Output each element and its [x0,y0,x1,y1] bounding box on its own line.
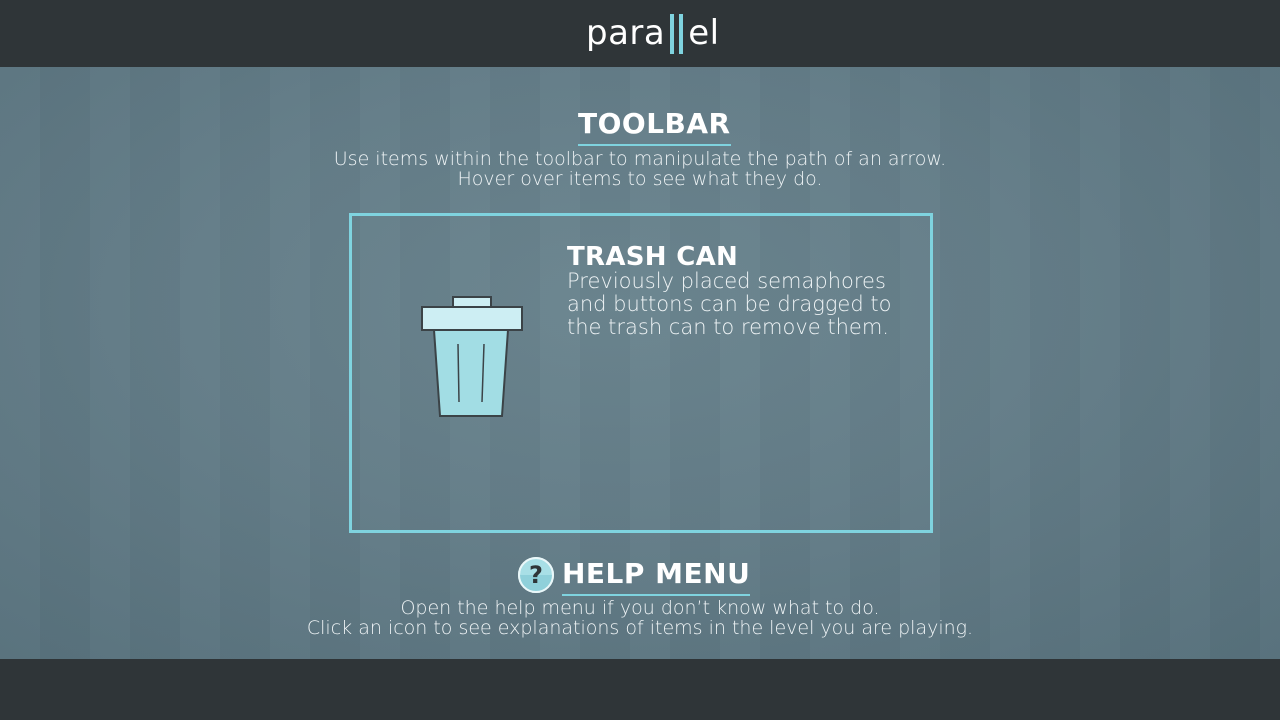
logo-bar [670,14,675,54]
item-description-line: and buttons can be dragged to [567,292,892,316]
help-menu-heading: HELP MENU [562,557,751,596]
item-description-line: Previously placed semaphores [567,269,886,293]
help-description: Open the help menu if you don’t know wha… [0,598,1280,638]
item-description: Previously placed semaphores and buttons… [567,270,907,339]
item-info-panel: TRASH CAN Previously placed semaphores a… [349,213,933,533]
item-title: TRASH CAN [567,242,739,272]
toolbar-heading: TOOLBAR [578,107,731,146]
help-question-icon[interactable]: ? [517,556,555,594]
item-description-line: the trash can to remove them. [567,315,889,339]
help-description-line: Open the help menu if you don’t know wha… [400,597,880,619]
help-menu-heading-text: HELP MENU [562,557,751,590]
toolbar-description-line: Use items within the toolbar to manipula… [333,148,947,170]
toolbar-heading-text: TOOLBAR [578,107,731,140]
logo-text-right: el [688,13,720,53]
heading-underline [562,594,751,596]
toolbar-description: Use items within the toolbar to manipula… [0,149,1280,189]
parallel-logo: para el [586,10,720,58]
top-bar: para el [0,0,1280,67]
logo-text-left: para [586,13,666,53]
heading-underline [578,144,731,146]
toolbar-description-line: Hover over items to see what they do. [457,168,823,190]
logo-bars [670,14,684,54]
help-icon-glyph: ? [529,561,543,589]
tutorial-content: TOOLBAR Use items within the toolbar to … [0,67,1280,659]
trash-can-icon[interactable] [418,296,524,421]
bottom-bar [0,659,1280,720]
help-description-line: Click an icon to see explanations of ite… [306,617,974,639]
logo-bar [679,14,684,54]
